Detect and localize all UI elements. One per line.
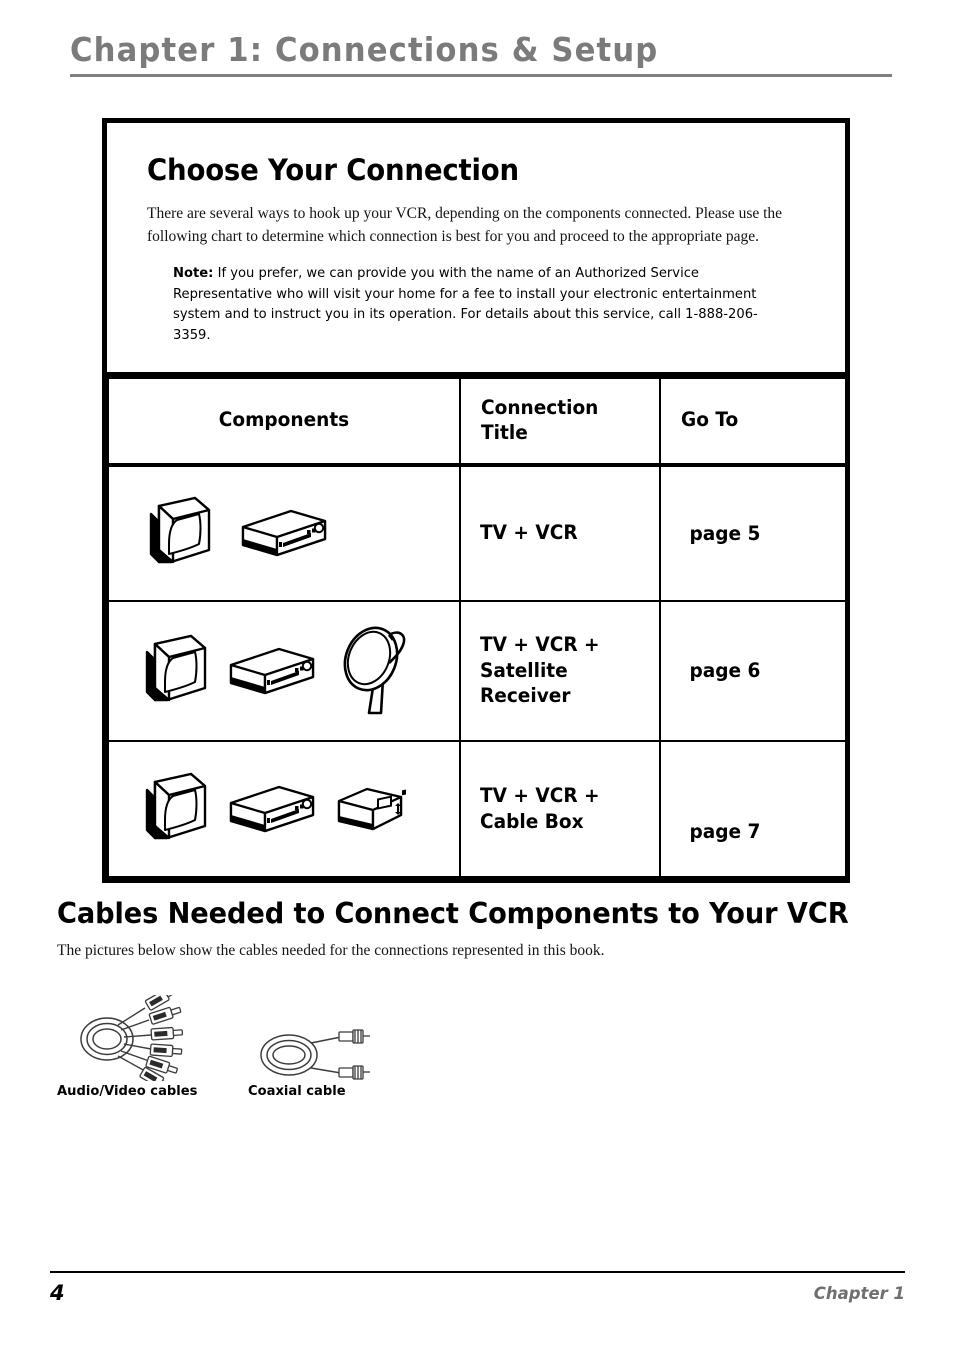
vcr-icon	[225, 781, 319, 837]
choose-your-connection-box: Choose Your Connection There are several…	[102, 118, 850, 883]
column-header-connection-line2: Title	[481, 420, 528, 444]
satellite-dish-icon	[333, 623, 415, 718]
connection-title-line1: TV + VCR	[480, 521, 578, 545]
table-row: TV + VCR + Cable Box page 7	[107, 739, 847, 878]
component-icon-group	[109, 492, 459, 574]
table-body: TV + VCR page 5 TV + VCR + Satellite Rec…	[107, 463, 847, 878]
audio-video-cables-icon	[71, 995, 221, 1081]
cables-subtext: The pictures below show the cables neede…	[57, 942, 605, 959]
components-cell	[107, 463, 461, 602]
cables-heading: Cables Needed to Connect Components to Y…	[57, 897, 849, 930]
tv-icon	[133, 630, 211, 712]
coaxial-cable-icon	[253, 1027, 373, 1083]
tv-icon	[133, 768, 211, 850]
connection-title-text: TV + VCR	[461, 520, 649, 546]
table-row: TV + VCR + Satellite Receiver page 6	[107, 599, 847, 742]
vcr-icon	[237, 505, 331, 561]
components-cell	[107, 599, 461, 742]
connection-title-cell: TV + VCR + Satellite Receiver	[459, 599, 661, 742]
column-header-connection-title-label: Connection Title	[481, 396, 650, 446]
footer-divider	[50, 1271, 905, 1273]
connection-title-text: TV + VCR + Cable Box	[461, 783, 649, 834]
connection-title-line1: TV + VCR +	[480, 783, 600, 807]
connection-chart-table: Components Connection Title Go To TV + V…	[107, 376, 847, 878]
note-label: Note:	[173, 264, 214, 281]
cable-box-icon	[333, 783, 407, 835]
go-to-cell: page 7	[659, 739, 847, 878]
chapter-header: Chapter 1: Connections & Setup	[70, 30, 892, 77]
go-to-text: page 7	[689, 820, 761, 843]
cables-section: Cables Needed to Connect Components to Y…	[57, 897, 897, 960]
tv-icon	[137, 492, 215, 574]
go-to-cell: page 5	[659, 463, 847, 602]
box-title: Choose Your Connection	[147, 153, 519, 187]
go-to-text: page 6	[689, 659, 761, 682]
note-block: Note: If you prefer, we can provide you …	[173, 263, 789, 346]
column-header-connection-title: Connection Title	[459, 376, 661, 467]
connection-title-line2: Cable Box	[480, 809, 584, 833]
column-header-components: Components	[107, 376, 461, 467]
document-page: Chapter 1: Connections & Setup Choose Yo…	[0, 0, 954, 1351]
vcr-icon	[225, 643, 319, 699]
table-header: Components Connection Title Go To	[107, 376, 847, 467]
header-divider	[70, 73, 892, 77]
connection-title-line1: TV + VCR +	[480, 632, 600, 656]
column-header-go-to: Go To	[659, 376, 847, 467]
components-cell	[107, 739, 461, 878]
intro-pane: Choose Your Connection There are several…	[107, 123, 845, 377]
audio-video-cables-caption: Audio/Video cables	[57, 1083, 198, 1099]
coaxial-cable-caption: Coaxial cable	[248, 1083, 346, 1099]
connection-title-line2: Satellite Receiver	[480, 658, 571, 708]
column-header-components-label: Components	[218, 408, 350, 432]
footer-page-number: 4	[50, 1281, 65, 1305]
intro-paragraph: There are several ways to hook up your V…	[147, 205, 783, 245]
go-to-text: page 5	[689, 521, 761, 545]
chapter-header-title: Chapter 1: Connections & Setup	[70, 30, 659, 69]
table-row: TV + VCR page 5	[107, 463, 847, 602]
footer-chapter-label: Chapter 1	[813, 1284, 905, 1303]
column-header-go-to-label: Go To	[681, 408, 739, 432]
connection-title-text: TV + VCR + Satellite Receiver	[461, 632, 649, 709]
column-header-connection-line1: Connection	[481, 395, 599, 419]
component-icon-group	[109, 768, 459, 850]
note-text: If you prefer, we can provide you with t…	[173, 264, 758, 343]
table-header-row: Components Connection Title Go To	[107, 376, 847, 467]
connection-title-cell: TV + VCR + Cable Box	[459, 739, 661, 878]
component-icon-group	[109, 623, 459, 718]
go-to-cell: page 6	[659, 599, 847, 742]
connection-title-cell: TV + VCR	[459, 463, 661, 602]
